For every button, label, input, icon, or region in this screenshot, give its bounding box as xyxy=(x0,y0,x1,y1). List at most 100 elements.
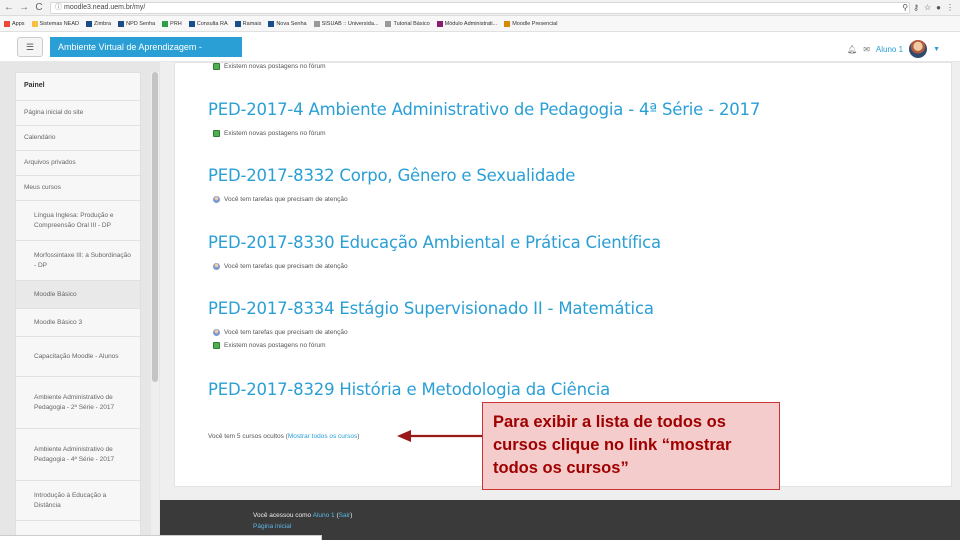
site-name-link[interactable]: Ambiente Virtual de Aprendizagem - EAD/U… xyxy=(50,37,242,72)
sidebar-item[interactable]: Ambiente Administrativo de Pedagogia - 4… xyxy=(16,429,140,481)
sidebar-item[interactable]: Ambiente Administrativo de Pedagogia - 2… xyxy=(16,377,140,429)
browser-actions: ⚲ ⚷ ☆ ● ⋮ xyxy=(902,2,954,14)
sidebar-item-label: Moodle Básico 3 xyxy=(34,318,83,326)
bookmark-label: SISUAB :: Universida... xyxy=(321,20,379,27)
star-icon[interactable]: ☆ xyxy=(924,2,931,14)
sidebar-scroll-thumb[interactable] xyxy=(152,72,158,382)
bookmark-label: Módulo Administrati... xyxy=(444,20,498,27)
sidebar-item[interactable]: Língua Inglesa: Produção e Compreensão O… xyxy=(16,201,140,241)
reload-icon[interactable]: C xyxy=(33,1,45,15)
logged-in-info: Você acessou como Aluno 1 (Sair) xyxy=(253,512,353,519)
bookmarks-bar: Apps Sistemas NEAD Zimbra NPD Senha PRH Consu… xyxy=(0,16,960,32)
sidebar-item[interactable]: Capacitação Moodle - Alunos xyxy=(16,337,140,377)
bookmark-item[interactable]: Nova Senha xyxy=(268,20,307,27)
bookmark-label: PRH xyxy=(170,20,182,27)
course-title-link[interactable]: PED-2017-8330 Educação Ambiental e Práti… xyxy=(208,233,661,252)
sidebar-item[interactable]: Página inicial do site xyxy=(16,101,140,126)
forum-icon xyxy=(213,342,220,349)
top-forum-note: Existem novas postagens no fórum xyxy=(213,63,326,70)
course-title-link[interactable]: PED-2017-8329 História e Metodologia da … xyxy=(208,380,610,399)
forum-icon xyxy=(213,130,220,137)
sidebar-item-label: Meus cursos xyxy=(24,184,61,192)
sidebar-item[interactable]: Meus cursos xyxy=(16,176,140,201)
bell-icon[interactable]: 🔔︎ xyxy=(847,45,857,54)
course-note: Você tem tarefas que precisam de atenção xyxy=(213,263,348,270)
bookmark-icon xyxy=(31,20,38,27)
extension-icon[interactable]: ● xyxy=(936,2,941,14)
forward-icon[interactable]: → xyxy=(18,1,30,15)
sidebar-item[interactable]: Morfossintaxe III: a Subordinação - DP xyxy=(16,241,140,281)
note-text: Existem novas postagens no fórum xyxy=(224,342,326,349)
bookmark-label: Apps xyxy=(12,20,25,27)
bookmark-icon xyxy=(385,20,392,27)
bookmark-item[interactable]: SISUAB :: Universida... xyxy=(313,20,379,27)
hidden-prefix: Você tem 5 cursos ocultos ( xyxy=(208,433,288,440)
sidebar-item-label: Morfossintaxe III: a Subordinação - DP xyxy=(34,252,131,269)
bookmark-label: Ramais xyxy=(242,20,262,27)
sidebar-item[interactable]: Calendário xyxy=(16,126,140,151)
bookmark-item[interactable]: Módulo Administrati... xyxy=(436,20,498,27)
browser-toolbar: ← → C ⓘ moodle3.nead.uem.br/my/ ⚲ ⚷ ☆ ● ⋮ xyxy=(0,0,960,16)
footer-user-link[interactable]: Aluno 1 xyxy=(313,512,335,519)
bookmark-label: Moodle Presencial xyxy=(512,20,558,27)
nav-drawer: Painel Página inicial do site Calendário Ar… xyxy=(15,72,141,540)
note-text: Existem novas postagens no fórum xyxy=(224,63,326,70)
course-note: Existem novas postagens no fórum xyxy=(213,342,326,349)
bookmark-label: Tutorial Básico xyxy=(393,20,430,27)
page-footer: Você acessou como Aluno 1 (Sair) Página … xyxy=(160,500,960,540)
bookmark-label: Consulta RA xyxy=(196,20,228,27)
chevron-down-icon[interactable]: ▼ xyxy=(933,46,940,53)
sidebar-item[interactable]: Moodle Básico xyxy=(16,281,140,309)
course-title-link[interactable]: PED-2017-4 Ambiente Administrativo de Pe… xyxy=(208,100,760,119)
user-menu-area: 🔔︎ ✉︎ Aluno 1 ▼ xyxy=(847,40,940,58)
back-icon[interactable]: ← xyxy=(3,1,15,15)
note-text: Você tem tarefas que precisam de atenção xyxy=(224,196,348,203)
assignment-icon xyxy=(213,329,220,336)
logout-link[interactable]: Sair xyxy=(339,512,351,519)
bookmark-item[interactable]: PRH xyxy=(162,20,182,27)
bookmark-icon xyxy=(504,20,511,27)
bookmark-icon xyxy=(118,20,125,27)
instruction-callout: Para exibir a lista de todos os cursos c… xyxy=(482,402,780,490)
sidebar-item-label: Ambiente Administrativo de Pedagogia - 4… xyxy=(34,446,115,463)
footer-home-link[interactable]: Página inicial xyxy=(253,523,291,530)
course-note: Você tem tarefas que precisam de atenção xyxy=(213,196,348,203)
logged-prefix: Você acessou como xyxy=(253,512,313,519)
menu-dots-icon[interactable]: ⋮ xyxy=(946,2,954,14)
sidebar-item-label: Página inicial do site xyxy=(24,109,84,117)
zoom-icon[interactable]: ⚲ xyxy=(902,2,908,14)
bookmark-item[interactable]: NPD Senha xyxy=(118,20,155,27)
bookmark-item[interactable]: Sistemas NEAD xyxy=(31,20,79,27)
hidden-suffix: ) xyxy=(357,433,360,440)
show-all-courses-link[interactable]: Mostrar todos os cursos xyxy=(288,433,357,440)
bookmark-item[interactable]: Moodle Presencial xyxy=(504,20,558,27)
bookmark-item[interactable]: Ramais xyxy=(234,20,262,27)
bookmark-item[interactable]: Consulta RA xyxy=(188,20,228,27)
bookmark-item[interactable]: Tutorial Básico xyxy=(385,20,430,27)
sidebar-item-label: Introdução à Educação a Distância xyxy=(34,492,107,509)
assignment-icon xyxy=(213,196,220,203)
sidebar-item[interactable]: Arquivos privados xyxy=(16,151,140,176)
bookmark-icon xyxy=(436,20,443,27)
course-note: Existem novas postagens no fórum xyxy=(213,130,326,137)
sidebar-item[interactable]: Introdução à Educação a Distância xyxy=(16,481,140,521)
hamburger-icon[interactable]: ☰ xyxy=(17,37,43,57)
download-bar xyxy=(0,535,322,540)
hidden-courses-text: Você tem 5 cursos ocultos (Mostrar todos… xyxy=(208,433,359,440)
sidebar-item[interactable]: Moodle Básico 3 xyxy=(16,309,140,337)
bookmark-item[interactable]: Apps xyxy=(4,20,25,27)
course-title-link[interactable]: PED-2017-8334 Estágio Supervisionado II … xyxy=(208,299,654,318)
sidebar-item-label: Língua Inglesa: Produção e Compreensão O… xyxy=(34,212,114,229)
key-icon[interactable]: ⚷ xyxy=(913,2,919,14)
address-bar[interactable]: ⓘ moodle3.nead.uem.br/my/ xyxy=(50,2,910,14)
messages-icon[interactable]: ✉︎ xyxy=(863,45,870,54)
sidebar-item[interactable]: Painel xyxy=(16,73,140,101)
note-text: Você tem tarefas que precisam de atenção xyxy=(224,329,348,336)
bookmark-label: Zimbra xyxy=(93,20,112,27)
avatar[interactable] xyxy=(909,40,928,58)
bookmark-label: Nova Senha xyxy=(276,20,307,27)
user-name[interactable]: Aluno 1 xyxy=(876,45,903,54)
course-title-link[interactable]: PED-2017-8332 Corpo, Gênero e Sexualidad… xyxy=(208,166,575,185)
info-icon[interactable]: ⓘ xyxy=(55,4,62,11)
bookmark-item[interactable]: Zimbra xyxy=(85,20,112,27)
